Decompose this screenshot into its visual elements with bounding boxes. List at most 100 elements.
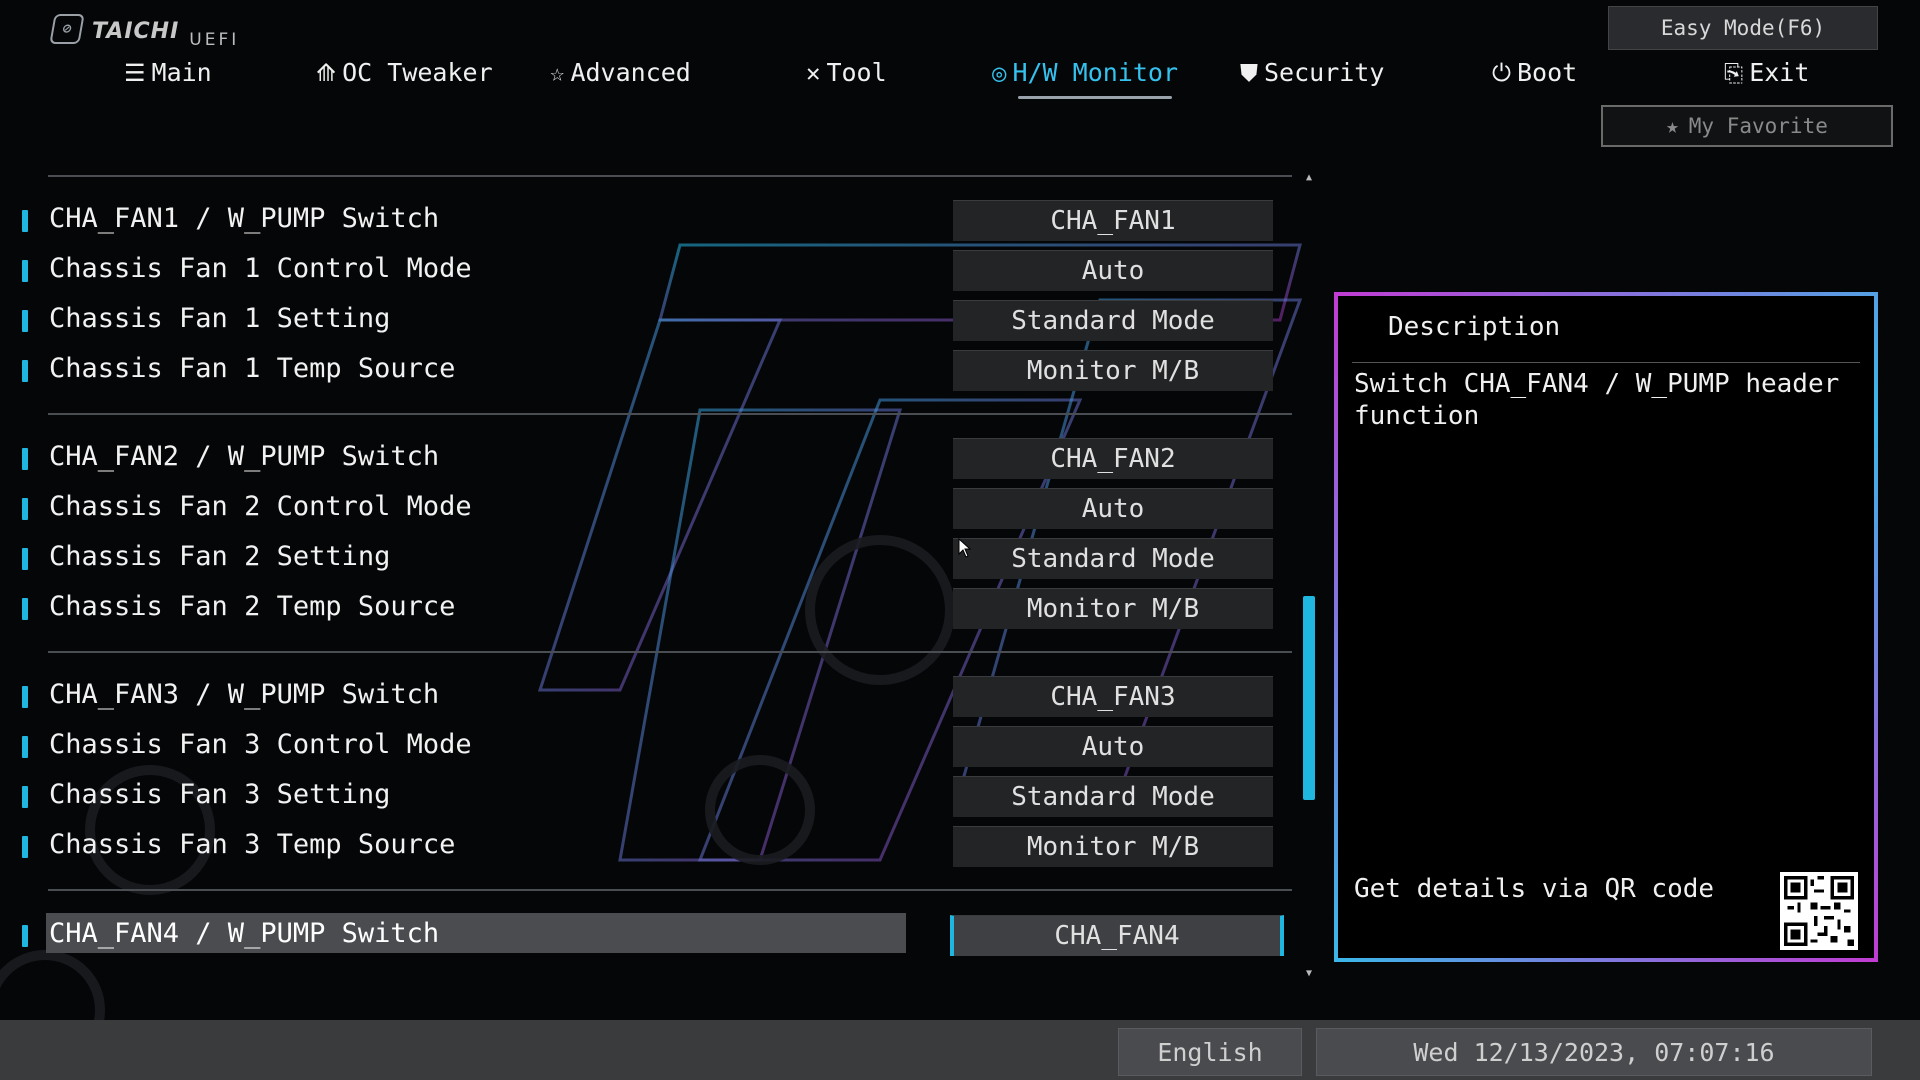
setting-label: Chassis Fan 1 Temp Source bbox=[49, 353, 456, 384]
tab-tool[interactable]: ✕ Tool bbox=[806, 58, 887, 87]
setting-value-button[interactable]: Standard Mode bbox=[953, 776, 1273, 817]
row-marker bbox=[22, 686, 28, 708]
description-divider bbox=[1352, 362, 1860, 363]
setting-row[interactable]: Chassis Fan 3 Temp Source Monitor M/B bbox=[0, 824, 1290, 868]
row-marker bbox=[22, 836, 28, 858]
row-marker bbox=[22, 210, 28, 232]
setting-value-button[interactable]: Monitor M/B bbox=[953, 588, 1273, 629]
setting-row[interactable]: Chassis Fan 2 Temp Source Monitor M/B bbox=[0, 586, 1290, 630]
row-marker bbox=[22, 260, 28, 282]
shield-icon: ⛊ bbox=[1240, 58, 1258, 87]
tab-advanced[interactable]: ☆ Advanced bbox=[550, 58, 691, 87]
row-marker bbox=[22, 925, 28, 947]
setting-row[interactable]: Chassis Fan 3 Setting Standard Mode bbox=[0, 774, 1290, 818]
setting-value-button[interactable]: Auto bbox=[953, 726, 1273, 767]
row-marker bbox=[22, 736, 28, 758]
tab-security-label: Security bbox=[1264, 58, 1385, 87]
scrollbar-thumb[interactable] bbox=[1303, 596, 1315, 800]
setting-row[interactable]: CHA_FAN3 / W_PUMP Switch CHA_FAN3 bbox=[0, 674, 1290, 718]
row-marker bbox=[22, 360, 28, 382]
row-marker bbox=[22, 448, 28, 470]
tab-oc-tweaker[interactable]: ⟰ OC Tweaker bbox=[316, 58, 493, 87]
section-divider bbox=[48, 889, 1292, 891]
setting-label: CHA_FAN4 / W_PUMP Switch bbox=[49, 918, 440, 949]
row-marker bbox=[22, 598, 28, 620]
setting-row[interactable]: CHA_FAN2 / W_PUMP Switch CHA_FAN2 bbox=[0, 436, 1290, 480]
section-divider bbox=[48, 413, 1292, 415]
tab-tool-label: Tool bbox=[826, 58, 887, 87]
setting-label: CHA_FAN2 / W_PUMP Switch bbox=[49, 441, 440, 472]
taichi-uefi-logo: ⊘ TAICHI UEFI bbox=[49, 14, 239, 50]
tab-oc-tweaker-label: OC Tweaker bbox=[342, 58, 493, 87]
setting-value-button[interactable]: CHA_FAN4 bbox=[950, 915, 1284, 956]
monitor-target-icon: ◎ bbox=[992, 58, 1007, 87]
setting-row[interactable]: CHA_FAN1 / W_PUMP Switch CHA_FAN1 bbox=[0, 198, 1290, 242]
logo-sub: UEFI bbox=[189, 30, 240, 50]
setting-label: CHA_FAN3 / W_PUMP Switch bbox=[49, 679, 440, 710]
row-marker bbox=[22, 310, 28, 332]
setting-row[interactable]: Chassis Fan 1 Temp Source Monitor M/B bbox=[0, 348, 1290, 392]
setting-value-button[interactable]: Auto bbox=[953, 488, 1273, 529]
tab-advanced-label: Advanced bbox=[570, 58, 691, 87]
scroll-down-arrow-icon[interactable]: ▼ bbox=[1303, 968, 1315, 980]
row-marker bbox=[22, 548, 28, 570]
setting-row-selected[interactable]: CHA_FAN4 / W_PUMP Switch CHA_FAN4 bbox=[0, 913, 1290, 957]
setting-value-button[interactable]: Standard Mode bbox=[953, 538, 1273, 579]
setting-row[interactable]: Chassis Fan 3 Control Mode Auto bbox=[0, 724, 1290, 768]
list-icon: ☰ bbox=[124, 58, 146, 87]
tab-exit[interactable]: ⎘ Exit bbox=[1724, 58, 1809, 87]
taichi-logo-icon: ⊘ bbox=[49, 14, 85, 44]
qr-code-label: Get details via QR code bbox=[1354, 874, 1715, 904]
logo-brand: TAICHI bbox=[92, 19, 180, 44]
datetime-display: Wed 12/13/2023, 07:07:16 bbox=[1316, 1028, 1872, 1076]
qr-code-icon bbox=[1780, 872, 1858, 950]
setting-value-button[interactable]: Monitor M/B bbox=[953, 350, 1273, 391]
setting-row[interactable]: Chassis Fan 2 Setting Standard Mode bbox=[0, 536, 1290, 580]
exit-door-icon: ⎘ bbox=[1724, 58, 1744, 87]
setting-value-button[interactable]: CHA_FAN3 bbox=[953, 676, 1273, 717]
tab-boot[interactable]: ⏻ Boot bbox=[1492, 58, 1577, 87]
tab-main[interactable]: ☰ Main bbox=[124, 58, 212, 87]
setting-value-button[interactable]: CHA_FAN1 bbox=[953, 200, 1273, 241]
setting-value-button[interactable]: Auto bbox=[953, 250, 1273, 291]
setting-label: Chassis Fan 1 Setting bbox=[49, 303, 391, 334]
rocket-icon: ⟰ bbox=[316, 58, 337, 87]
tab-security[interactable]: ⛊ Security bbox=[1240, 58, 1384, 87]
setting-label: Chassis Fan 2 Temp Source bbox=[49, 591, 456, 622]
row-marker bbox=[22, 498, 28, 520]
setting-label: Chassis Fan 3 Control Mode bbox=[49, 729, 472, 760]
setting-row[interactable]: Chassis Fan 2 Control Mode Auto bbox=[0, 486, 1290, 530]
tab-hw-monitor[interactable]: ◎ H/W Monitor bbox=[992, 58, 1179, 99]
my-favorite-label: My Favorite bbox=[1688, 114, 1828, 138]
language-selector[interactable]: English bbox=[1118, 1028, 1302, 1076]
setting-value-button[interactable]: Monitor M/B bbox=[953, 826, 1273, 867]
setting-label: Chassis Fan 3 Setting bbox=[49, 779, 391, 810]
tab-exit-label: Exit bbox=[1749, 58, 1810, 87]
section-divider bbox=[48, 175, 1292, 177]
star-icon: ☆ bbox=[550, 58, 565, 87]
setting-row[interactable]: Chassis Fan 1 Control Mode Auto bbox=[0, 248, 1290, 292]
description-panel: Description Switch CHA_FAN4 / W_PUMP hea… bbox=[1334, 292, 1878, 962]
description-title: Description bbox=[1388, 312, 1561, 342]
setting-label: Chassis Fan 2 Setting bbox=[49, 541, 391, 572]
scroll-up-arrow-icon[interactable]: ▲ bbox=[1303, 172, 1315, 184]
setting-label: Chassis Fan 3 Temp Source bbox=[49, 829, 456, 860]
power-icon: ⏻ bbox=[1492, 58, 1511, 87]
easy-mode-button[interactable]: Easy Mode(F6) bbox=[1608, 6, 1878, 50]
star-icon: ★ bbox=[1666, 114, 1679, 138]
setting-label: Chassis Fan 2 Control Mode bbox=[49, 491, 472, 522]
main-nav: ☰ Main ⟰ OC Tweaker ☆ Advanced ✕ Tool ◎ … bbox=[0, 58, 1809, 99]
setting-label: CHA_FAN1 / W_PUMP Switch bbox=[49, 203, 440, 234]
row-marker bbox=[22, 786, 28, 808]
setting-row[interactable]: Chassis Fan 1 Setting Standard Mode bbox=[0, 298, 1290, 342]
setting-label: Chassis Fan 1 Control Mode bbox=[49, 253, 472, 284]
setting-value-button[interactable]: CHA_FAN2 bbox=[953, 438, 1273, 479]
my-favorite-button[interactable]: ★ My Favorite bbox=[1601, 105, 1893, 147]
tab-boot-label: Boot bbox=[1516, 58, 1578, 87]
tab-main-label: Main bbox=[151, 58, 212, 87]
description-text: Switch CHA_FAN4 / W_PUMP header function bbox=[1354, 369, 1840, 431]
setting-value-button[interactable]: Standard Mode bbox=[953, 300, 1273, 341]
tools-icon: ✕ bbox=[806, 58, 821, 87]
tab-hw-monitor-label: H/W Monitor bbox=[1012, 58, 1179, 87]
mouse-cursor-icon bbox=[958, 538, 972, 558]
